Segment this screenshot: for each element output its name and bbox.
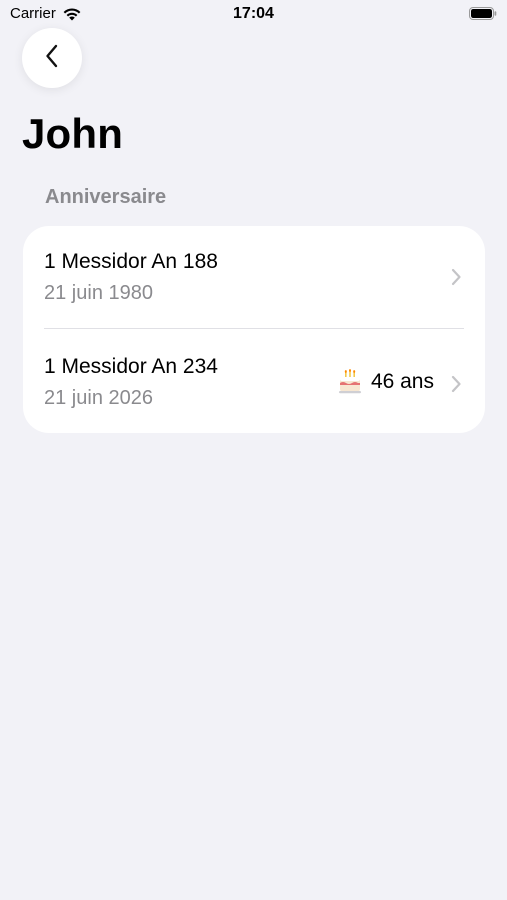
list-item[interactable]: 1 Messidor An 234 21 juin 2026 46 ans <box>23 329 485 432</box>
list-item-primary: 1 Messidor An 234 <box>44 355 218 378</box>
age-label: 46 ans <box>370 370 434 393</box>
list-item-secondary: 21 juin 2026 <box>44 387 153 409</box>
age-badge: 46 ans <box>337 369 434 395</box>
status-bar: Carrier 17:04 <box>0 0 507 30</box>
chevron-right-icon <box>450 374 462 394</box>
list-item-primary: 1 Messidor An 188 <box>44 250 218 273</box>
birthday-cake-icon <box>337 369 363 395</box>
list-item-secondary: 21 juin 1980 <box>44 282 153 304</box>
chevron-left-icon <box>44 43 60 74</box>
page-title: John <box>22 110 124 157</box>
birthday-list-card: 1 Messidor An 188 21 juin 1980 1 Messido… <box>23 226 485 433</box>
battery-icon <box>469 7 497 20</box>
chevron-right-icon <box>450 267 462 287</box>
status-time: 17:04 <box>233 5 274 22</box>
list-item[interactable]: 1 Messidor An 188 21 juin 1980 <box>23 226 485 329</box>
section-header: Anniversaire <box>45 186 167 208</box>
back-button[interactable] <box>22 28 82 88</box>
